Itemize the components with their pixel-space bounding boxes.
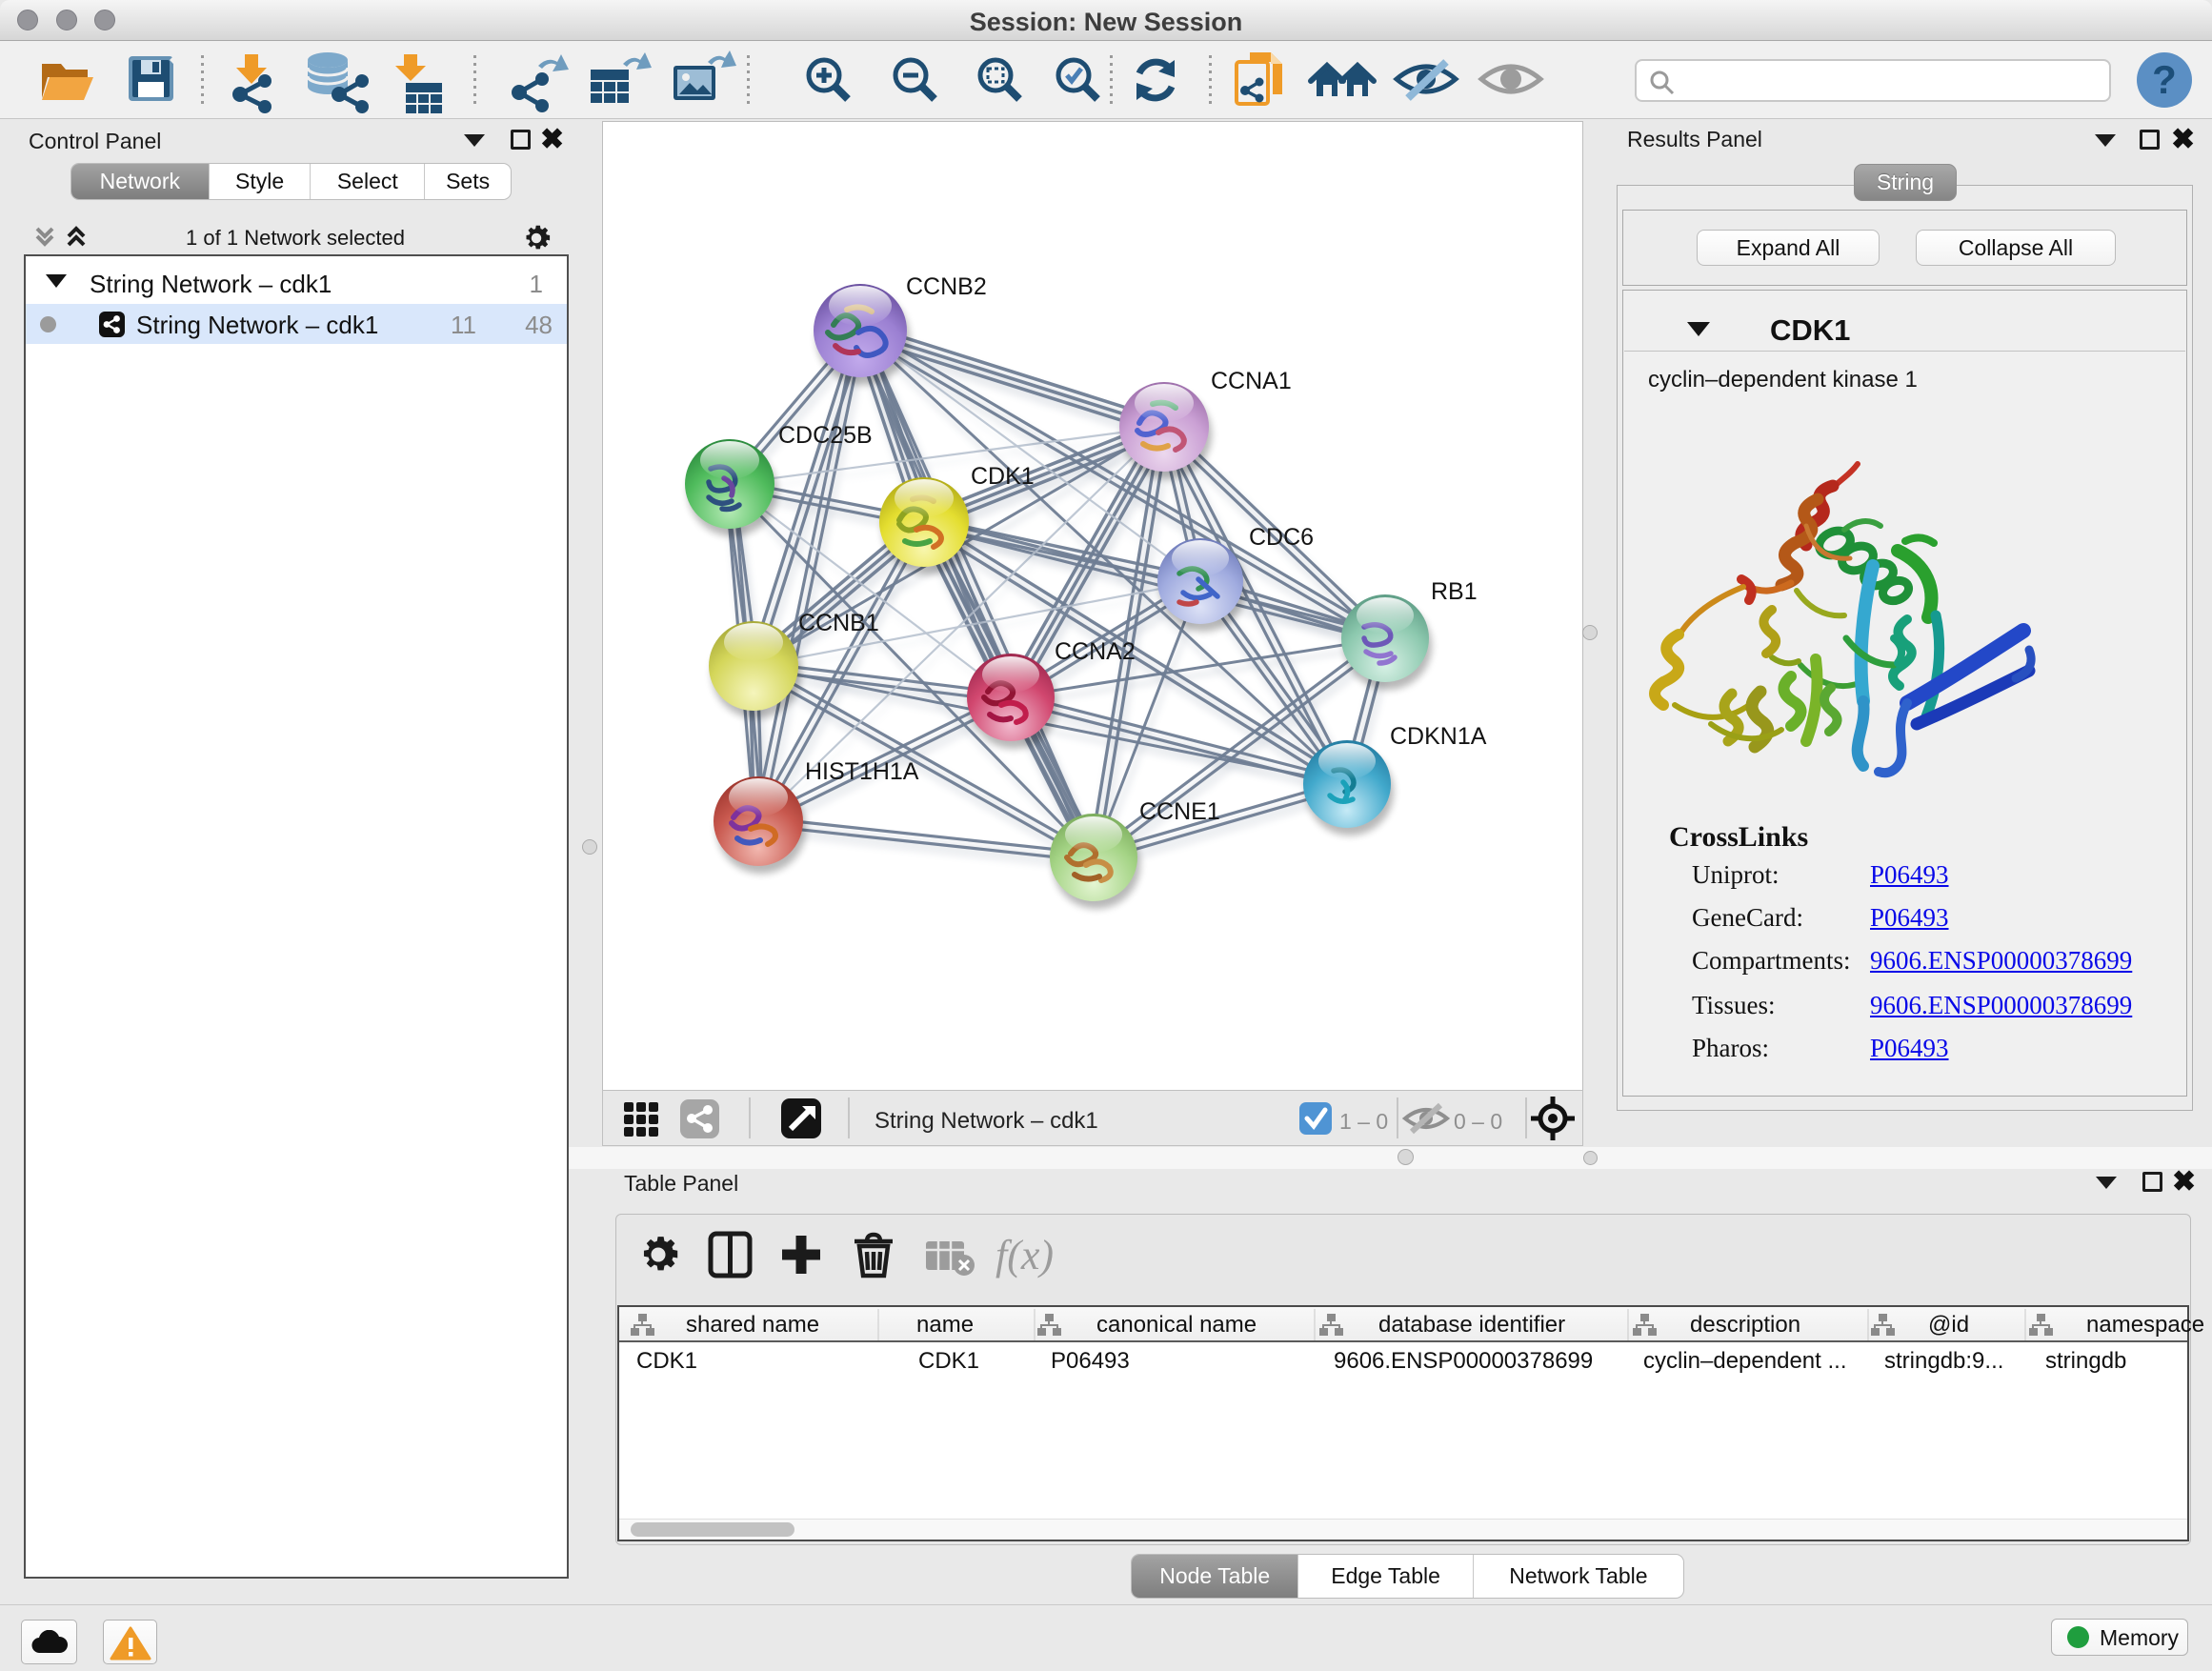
svg-text:CCNA2: CCNA2 [1055,638,1136,665]
svg-text:CCNE1: CCNE1 [1139,798,1220,825]
svg-text:CCNA1: CCNA1 [1211,368,1292,394]
svg-text:CDK1: CDK1 [971,463,1035,490]
svg-text:CDC6: CDC6 [1249,524,1314,551]
svg-text:f(x): f(x) [995,1232,1054,1278]
svg-text:CDKN1A: CDKN1A [1390,723,1487,750]
svg-text:RB1: RB1 [1431,578,1478,605]
svg-text:CCNB2: CCNB2 [906,273,987,300]
svg-text:HIST1H1A: HIST1H1A [805,758,919,785]
svg-text:CDC25B: CDC25B [778,422,873,449]
svg-text:?: ? [2152,57,2177,102]
svg-text:CCNB1: CCNB1 [798,610,879,636]
